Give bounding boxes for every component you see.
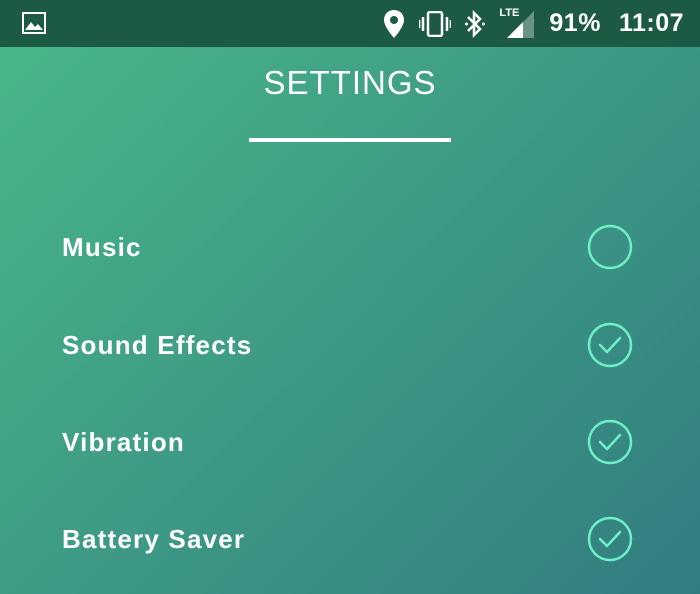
setting-label: Battery Saver: [62, 524, 246, 554]
battery-saver-toggle[interactable]: [587, 516, 633, 562]
status-icons: LTE 91% 11:07: [383, 0, 684, 47]
checkmark-icon: [598, 433, 622, 451]
setting-label: Sound Effects: [62, 330, 253, 360]
location-icon: [383, 9, 405, 39]
battery-percentage: 91%: [549, 9, 601, 37]
checkmark-icon: [598, 530, 622, 548]
setting-row-music[interactable]: Music: [0, 218, 700, 278]
music-toggle[interactable]: [587, 224, 633, 270]
bluetooth-icon: [465, 9, 486, 38]
status-bar: LTE 91% 11:07: [0, 0, 700, 47]
setting-row-battery-saver[interactable]: Battery Saver: [0, 510, 700, 570]
lte-signal-icon: LTE: [499, 7, 535, 39]
title-underline: [249, 138, 451, 142]
setting-label: Music: [62, 232, 142, 262]
vibrate-icon: [419, 10, 452, 37]
checkmark-icon: [598, 336, 622, 354]
image-icon: [22, 12, 46, 39]
setting-row-sound-effects[interactable]: Sound Effects: [0, 316, 700, 376]
setting-label: Vibration: [62, 427, 186, 457]
vibration-toggle[interactable]: [587, 419, 633, 465]
setting-row-vibration[interactable]: Vibration: [0, 413, 700, 473]
page-title: SETTINGS: [263, 64, 437, 101]
sound-effects-toggle[interactable]: [587, 322, 633, 368]
clock: 11:07: [618, 9, 684, 37]
